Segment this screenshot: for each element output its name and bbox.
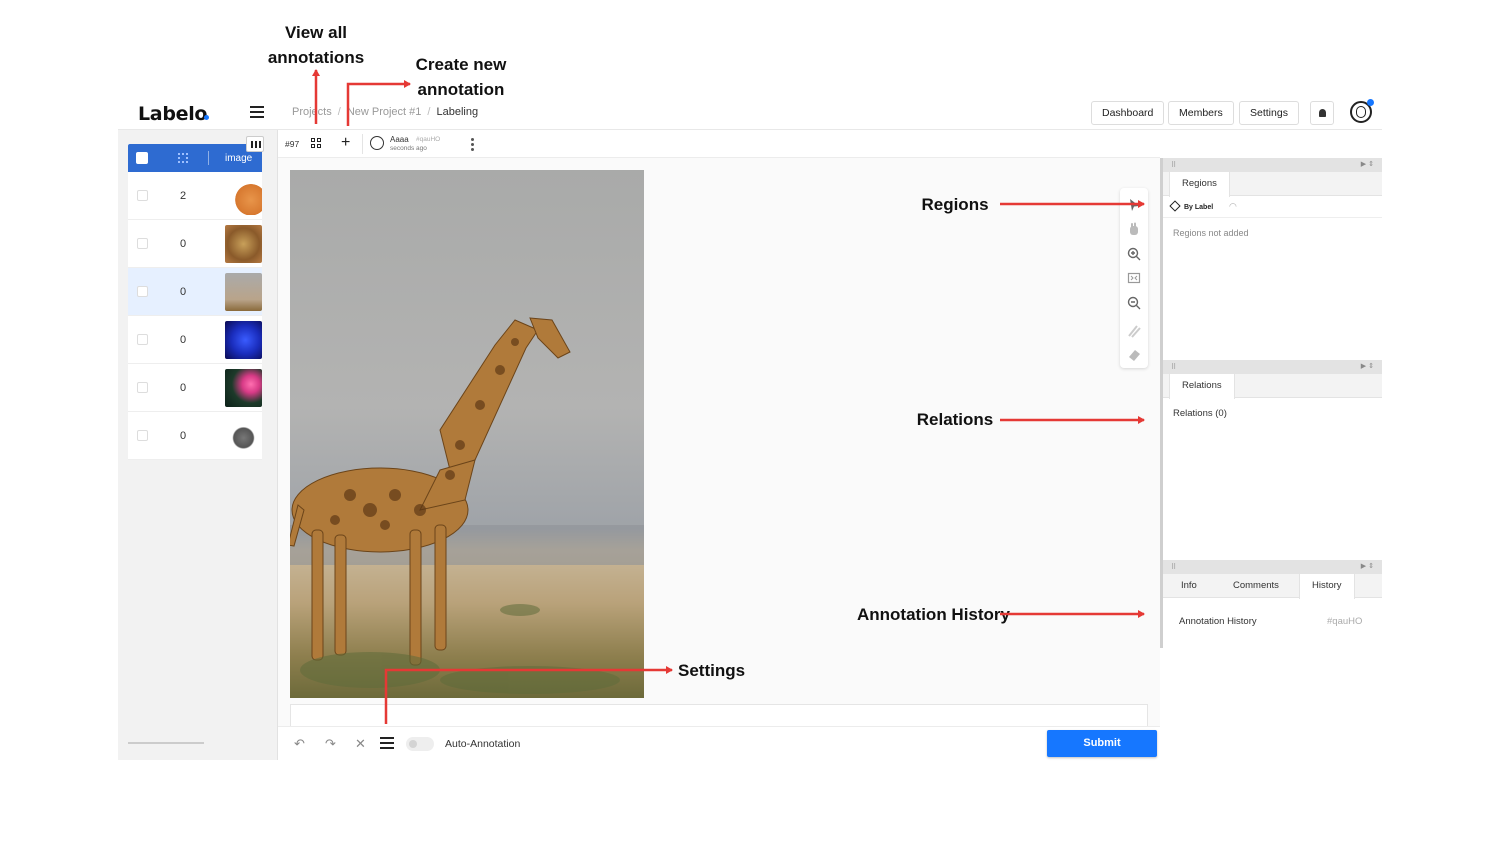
arrow-create-new <box>346 80 411 126</box>
callout-arrows <box>312 69 1145 724</box>
arrow-settings <box>384 666 673 724</box>
